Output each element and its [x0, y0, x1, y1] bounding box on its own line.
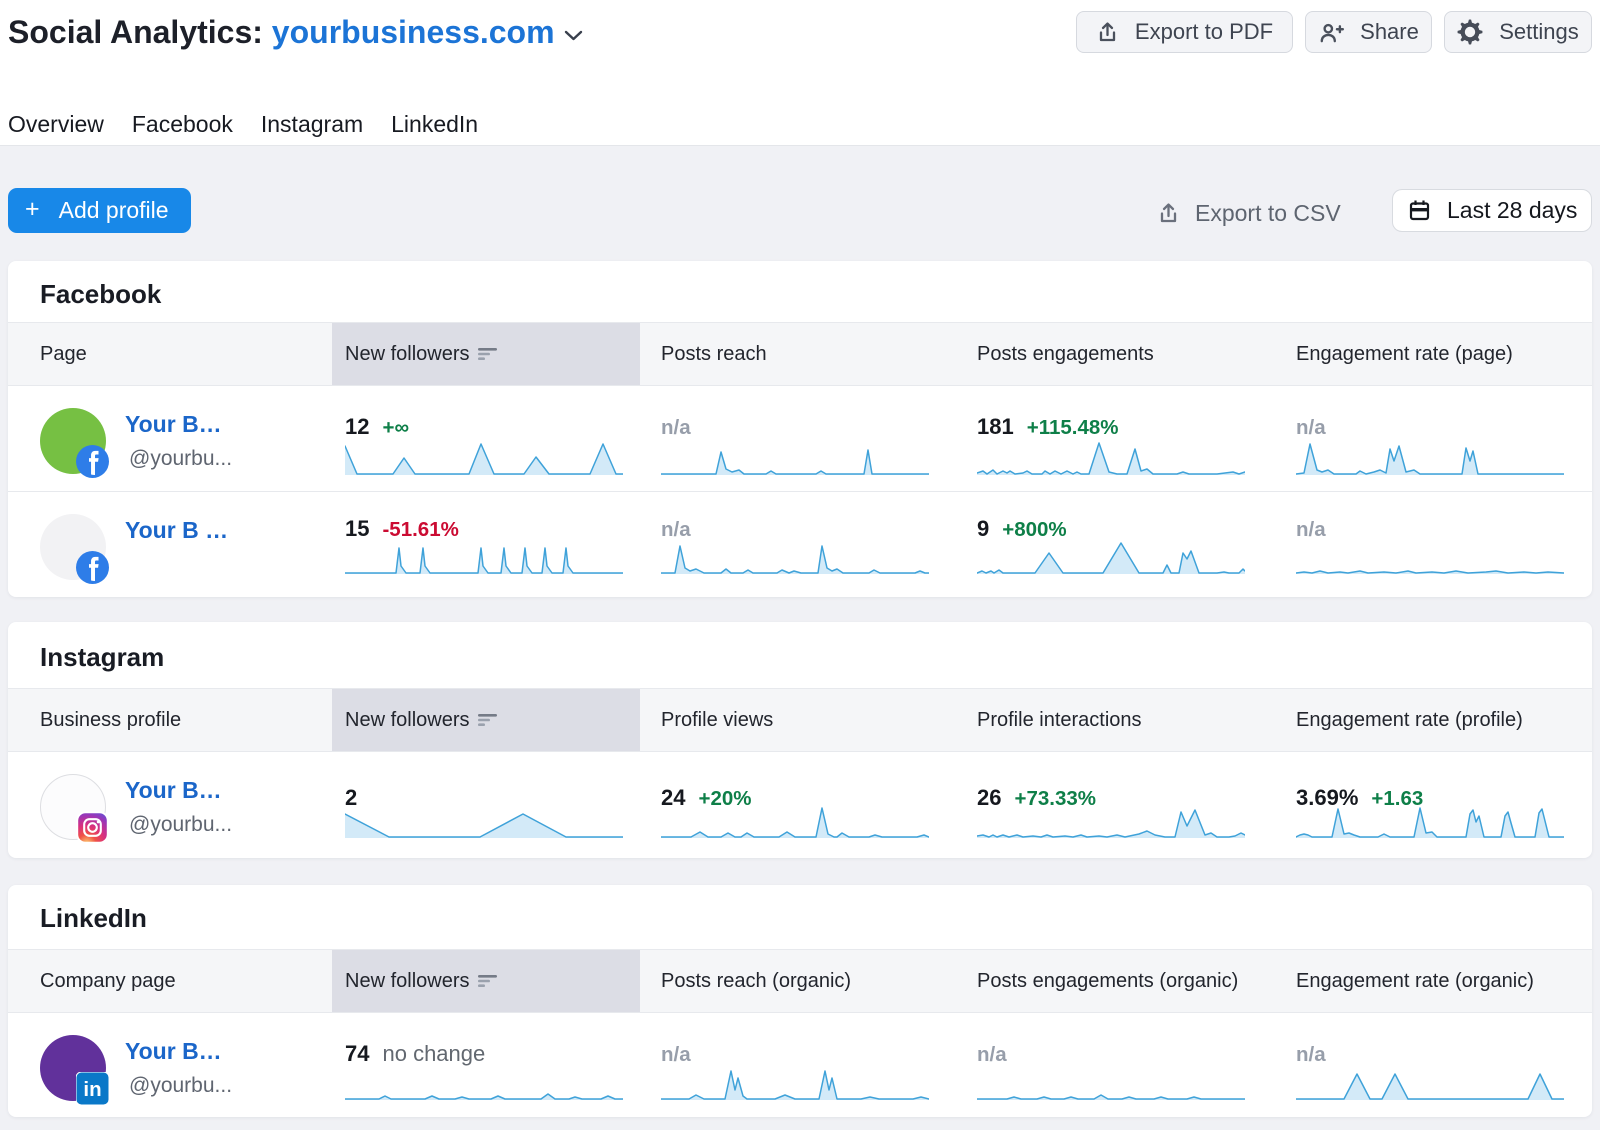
svg-text:in: in — [83, 1078, 101, 1101]
